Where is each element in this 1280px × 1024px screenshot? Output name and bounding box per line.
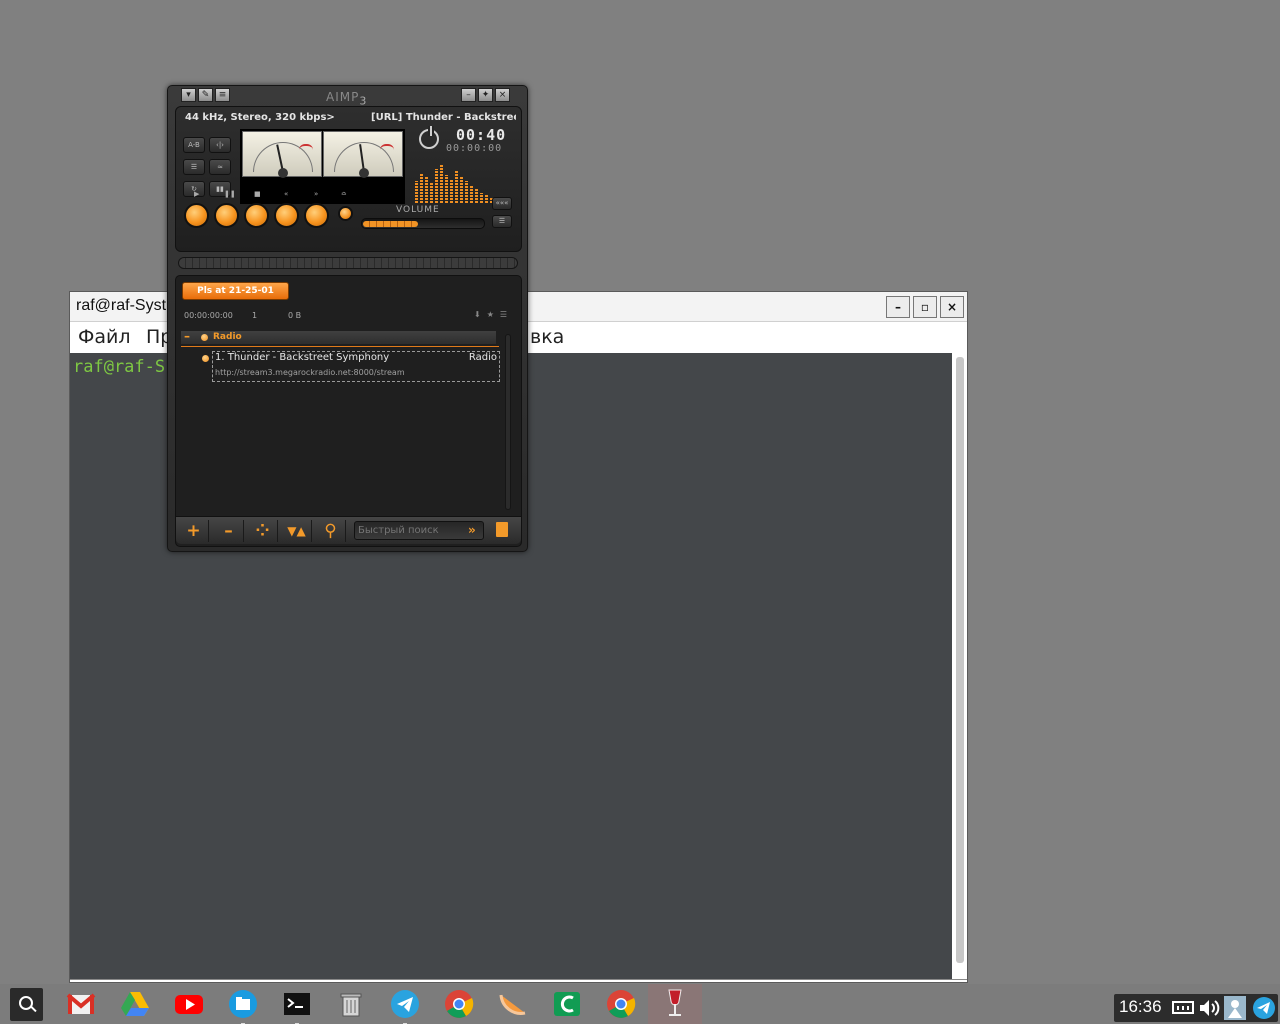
playlist-duration: 00:00:00:00	[184, 311, 233, 320]
vu-meter-display	[240, 129, 405, 204]
chrome-icon[interactable]	[444, 989, 474, 1019]
terminal-icon[interactable]	[282, 989, 312, 1024]
open-file-button[interactable]	[338, 206, 353, 221]
quick-search-input[interactable]	[354, 521, 484, 540]
seek-bar[interactable]	[178, 257, 518, 269]
playlist-toolbar: + – ⁘ ▼▲ ⚲ »	[176, 516, 521, 544]
balance-button[interactable]: ‹|›	[209, 137, 231, 153]
terminal-bottom-edge	[70, 979, 967, 982]
remove-track-button[interactable]: –	[214, 520, 244, 542]
track-url: http://stream3.megarockradio.net:8000/st…	[215, 368, 405, 377]
playlist-mode-button[interactable]: ☰	[183, 159, 205, 175]
terminal-title: raf@raf-Syst	[76, 297, 167, 314]
open-label: ≏	[341, 190, 347, 198]
close-button[interactable]: ×	[940, 296, 964, 318]
terminal-scroll-thumb[interactable]	[956, 357, 964, 963]
system-tray[interactable]: 16:36	[1114, 994, 1278, 1022]
menu-settings[interactable]: вка	[530, 326, 564, 348]
rewind-icon[interactable]: «««	[492, 197, 512, 210]
youtube-icon[interactable]	[174, 989, 204, 1019]
pause-button[interactable]	[214, 203, 239, 228]
playlist-tab[interactable]: Pls at 21-25-01	[182, 282, 289, 300]
volume-slider[interactable]	[361, 218, 485, 229]
clock[interactable]: 16:36	[1119, 997, 1162, 1017]
stop-label: ■	[254, 190, 261, 198]
aimp-settings-icon[interactable]: ✎	[198, 88, 213, 102]
aimp-main-panel: 44 kHz, Stereo, 320 kbps> [URL] Thunder …	[175, 106, 522, 252]
playlist-file-icon[interactable]	[496, 522, 508, 537]
wine-icon[interactable]	[648, 984, 702, 1024]
sort-button[interactable]: ▼▲	[282, 520, 312, 542]
prev-label: «	[284, 190, 289, 198]
ab-repeat-button[interactable]: A-B	[183, 137, 205, 153]
equalizer-button[interactable]: ≈	[209, 159, 231, 175]
stream-info: 44 kHz, Stereo, 320 kbps>	[185, 112, 335, 123]
vu-meter-right	[323, 131, 403, 178]
playlist-size: 0 B	[288, 311, 302, 320]
gmail-icon[interactable]	[66, 989, 96, 1019]
chrome-alt-icon[interactable]	[606, 989, 636, 1019]
power-icon[interactable]	[419, 126, 439, 149]
group-dot-icon	[201, 334, 208, 341]
terminal-prompt: raf@raf-S	[73, 357, 166, 377]
google-drive-icon[interactable]	[120, 989, 150, 1019]
previous-button[interactable]	[274, 203, 299, 228]
stop-button[interactable]	[244, 203, 269, 228]
aimp-menu-button[interactable]: ▾	[181, 88, 196, 102]
playlist-panel: Pls at 21-25-01 00:00:00:00 1 0 B ⬇★☰ – …	[175, 275, 522, 547]
aimp-skin-icon[interactable]: ≡	[215, 88, 230, 102]
track-dot-icon	[202, 355, 209, 362]
play-label: ▶	[194, 190, 200, 198]
vu-meter-left	[242, 131, 322, 178]
aimp-player-window: ▾ ✎ ≡ AIMP3 – ✦ × 44 kHz, Stereo, 320 kb…	[167, 85, 528, 552]
volume-slider-fill	[363, 221, 418, 227]
track-title: 1. Thunder - Backstreet Symphony	[215, 352, 390, 363]
aimp-pin-icon[interactable]: ✦	[478, 88, 493, 102]
track-category: Radio	[468, 352, 497, 363]
playlist-group-header[interactable]: – Radio	[181, 329, 496, 344]
aimp-close-button[interactable]: ×	[495, 88, 510, 102]
playlist-count: 1	[252, 311, 258, 320]
time-elapsed[interactable]: 00:40	[456, 126, 506, 144]
time-total: 00:00:00	[446, 143, 503, 154]
playlist-toggle-icon[interactable]: ☰	[492, 215, 512, 228]
aimp-titlebar[interactable]: ▾ ✎ ≡ AIMP3 – ✦ ×	[178, 88, 518, 108]
telegram-tray-icon[interactable]	[1252, 996, 1276, 1020]
maximize-button[interactable]: ▫	[913, 296, 937, 318]
playlist-group-name: Radio	[213, 332, 242, 342]
next-label: »	[314, 190, 319, 198]
aimp-logo: AIMP3	[326, 90, 368, 108]
group-divider	[181, 346, 499, 347]
app-c-icon[interactable]	[552, 989, 582, 1019]
playlist-scrollbar[interactable]	[505, 334, 511, 510]
app-launcher-search-icon[interactable]	[10, 988, 43, 1021]
minimize-button[interactable]: –	[886, 296, 910, 318]
aimp-minimize-button[interactable]: –	[461, 88, 476, 102]
play-button[interactable]	[184, 203, 209, 228]
files-icon[interactable]	[228, 989, 258, 1024]
taskbar: 16:36	[0, 984, 1280, 1024]
playlist-view-icons[interactable]: ⬇★☰	[474, 310, 513, 319]
terminal-scrollbar[interactable]	[953, 353, 967, 979]
search-icon[interactable]: ⚲	[316, 520, 346, 542]
volume-label: VOLUME	[396, 205, 440, 215]
telegram-icon[interactable]	[390, 989, 420, 1024]
search-go-icon[interactable]: »	[468, 521, 476, 540]
melon-icon[interactable]	[498, 989, 528, 1019]
pause-label: ❚❚	[224, 190, 236, 198]
user-icon[interactable]	[1224, 996, 1246, 1020]
network-icon[interactable]	[1172, 1000, 1194, 1016]
menu-file[interactable]: Файл	[78, 326, 131, 348]
misc-actions-button[interactable]: ⁘	[248, 520, 278, 542]
volume-icon[interactable]	[1198, 998, 1220, 1018]
collapse-icon[interactable]: –	[184, 329, 190, 343]
trash-icon[interactable]	[336, 989, 366, 1019]
now-playing-title: [URL] Thunder - Backstreet	[371, 112, 516, 123]
playlist-track[interactable]: 1. Thunder - Backstreet Symphony Radio h…	[212, 351, 500, 382]
next-button[interactable]	[304, 203, 329, 228]
add-track-button[interactable]: +	[179, 520, 209, 542]
